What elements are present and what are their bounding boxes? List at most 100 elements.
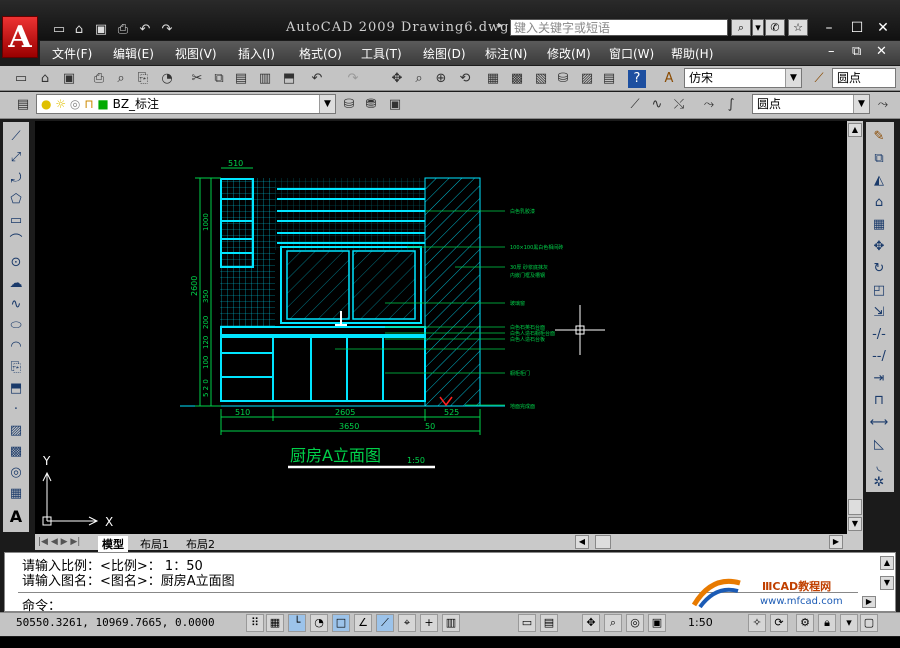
search-icon[interactable]: ⌕ — [731, 19, 751, 36]
doc-minimize-button[interactable]: – — [828, 44, 835, 59]
revision-cloud-icon[interactable]: ☁ — [6, 275, 26, 293]
object-snap-tracking-icon[interactable]: ∠ — [354, 614, 372, 632]
menu-insert[interactable]: 插入(I) — [238, 45, 275, 62]
line-icon[interactable]: ⟋ — [6, 128, 26, 146]
menu-draw[interactable]: 绘图(D) — [423, 45, 466, 62]
3d-dwf-icon[interactable]: ◔ — [158, 70, 176, 88]
open-icon[interactable]: ⌂ — [36, 70, 54, 88]
dynamic-input-icon[interactable]: ⌖ — [398, 614, 416, 632]
ellipse-icon[interactable]: ⬭ — [6, 317, 26, 335]
layer-select[interactable]: ● ☼ ◎ ⊓ ■ BZ_标注 ▼ — [36, 94, 336, 114]
polygon-icon[interactable]: ⬠ — [6, 191, 26, 209]
dim-style-icon[interactable]: ⟋ — [810, 70, 828, 88]
linetype-select[interactable]: 圆点 ▼ — [752, 94, 870, 114]
multiline-text-icon[interactable]: A — [6, 508, 26, 526]
move-icon[interactable]: ✥ — [869, 238, 889, 256]
vertical-scrollbar[interactable]: ▲ ▼ — [847, 121, 863, 534]
new-file-icon[interactable]: ▭ — [50, 22, 68, 38]
light-bulb-icon[interactable]: ● — [41, 97, 51, 111]
favorites-star-icon[interactable]: ☆ — [788, 19, 808, 36]
doc-close-button[interactable]: ✕ — [876, 44, 887, 59]
offset-icon[interactable]: ⌂ — [869, 194, 889, 212]
make-block-icon[interactable]: ⬒ — [6, 380, 26, 398]
point-style-select[interactable]: 圆点 — [832, 68, 896, 88]
arc-icon[interactable]: ⌒ — [6, 233, 26, 251]
save-icon[interactable]: ▣ — [92, 22, 110, 38]
annotation-scale[interactable]: 1:50 — [688, 616, 713, 629]
chamfer-icon[interactable]: ◺ — [869, 436, 889, 454]
scroll-left-icon[interactable]: ◀ — [575, 535, 589, 549]
make-current-layer-icon[interactable]: ⛁ — [340, 96, 358, 114]
maximize-window-button[interactable]: ☐ — [846, 19, 868, 37]
zoom-window-icon[interactable]: ⊕ — [432, 70, 450, 88]
table-icon[interactable]: ▦ — [6, 485, 26, 503]
scroll-right-icon[interactable]: ▶ — [829, 535, 843, 549]
lock-icon[interactable]: ⊓ — [84, 97, 93, 111]
chevron-down-icon[interactable]: ▼ — [319, 95, 335, 113]
scroll-thumb[interactable] — [848, 499, 862, 515]
construction-line-icon[interactable]: ⤢ — [6, 149, 26, 167]
pan-status-icon[interactable]: ✥ — [582, 614, 600, 632]
cut-icon[interactable]: ✂ — [188, 70, 206, 88]
help-icon[interactable]: ? — [628, 70, 646, 88]
drawing-canvas[interactable]: 2600 1000 350 200 120 100 5 2 0 510 510 … — [35, 121, 847, 534]
redo-icon[interactable]: ↷ — [344, 70, 362, 88]
paste-icon[interactable]: ▤ — [232, 70, 250, 88]
qnew-icon[interactable]: ▭ — [12, 70, 30, 88]
text-style-icon[interactable]: A — [660, 70, 678, 88]
open-folder-icon[interactable]: ⌂ — [70, 22, 88, 38]
undo-icon[interactable]: ↶ — [308, 70, 326, 88]
steering-wheel-icon[interactable]: ◎ — [626, 614, 644, 632]
block-attribute-icon[interactable]: ∫ — [722, 96, 740, 114]
freeze-icon[interactable]: ◎ — [70, 97, 80, 111]
copy-icon[interactable]: ⧉ — [210, 70, 228, 88]
lineweight-icon[interactable]: + — [420, 614, 438, 632]
cmd-scroll-down-icon[interactable]: ▼ — [880, 576, 894, 590]
spline-icon[interactable]: ∿ — [6, 296, 26, 314]
tab-nav-arrows-icon[interactable]: |◀ ◀ ▶ ▶| — [38, 537, 80, 547]
ellipse-arc-icon[interactable]: ◠ — [6, 338, 26, 356]
stretch-icon[interactable]: ⇲ — [869, 304, 889, 322]
attribute-edit-icon[interactable]: ⤳ — [700, 96, 718, 114]
calculator-icon[interactable]: ▤ — [600, 70, 618, 88]
chevron-down-icon[interactable]: ▼ — [853, 95, 869, 113]
scroll-down-icon[interactable]: ▼ — [848, 517, 862, 531]
erase-icon[interactable]: ✎ — [869, 128, 889, 146]
zoom-status-icon[interactable]: ⌕ — [604, 614, 622, 632]
save-icon[interactable]: ▣ — [60, 70, 78, 88]
array-icon[interactable]: ▦ — [869, 216, 889, 234]
point-icon[interactable]: · — [6, 401, 26, 419]
tab-model[interactable]: 模型 — [98, 536, 128, 552]
menu-file[interactable]: 文件(F) — [52, 45, 92, 62]
polar-tracking-icon[interactable]: ◔ — [310, 614, 328, 632]
grid-display-icon[interactable]: ▦ — [266, 614, 284, 632]
cmd-scroll-up-icon[interactable]: ▲ — [880, 556, 894, 570]
rectangle-icon[interactable]: ▭ — [6, 212, 26, 230]
tab-layout1[interactable]: 布局1 — [140, 536, 169, 552]
polyline-edit-icon[interactable]: ⟋ — [626, 96, 644, 114]
break-at-point-icon[interactable]: ⇥ — [869, 370, 889, 388]
join-icon[interactable]: ⟷ — [869, 414, 889, 432]
sheet-set-icon[interactable]: ⛁ — [554, 70, 572, 88]
cmd-scroll-right-icon[interactable]: ▶ — [862, 596, 876, 608]
menu-help[interactable]: 帮助(H) — [671, 45, 713, 62]
trim-icon[interactable]: -/- — [869, 326, 889, 344]
sun-icon[interactable]: ☼ — [55, 97, 66, 111]
tool-palettes-icon[interactable]: ▧ — [532, 70, 550, 88]
layout-icon[interactable]: ▤ — [540, 614, 558, 632]
model-space-icon[interactable]: ▭ — [518, 614, 536, 632]
application-menu-button[interactable]: A — [2, 16, 38, 58]
layer-manager-icon[interactable]: ▤ — [14, 96, 32, 114]
zoom-previous-icon[interactable]: ⟲ — [456, 70, 474, 88]
undo-icon[interactable]: ↶ — [136, 22, 154, 38]
menu-window[interactable]: 窗口(W) — [609, 45, 654, 62]
properties-icon[interactable]: ▦ — [484, 70, 502, 88]
menu-format[interactable]: 格式(O) — [299, 45, 342, 62]
search-dropdown-icon[interactable]: ▾ — [752, 19, 764, 36]
block-editor-icon[interactable]: ⬒ — [280, 70, 298, 88]
menu-edit[interactable]: 编辑(E) — [113, 45, 154, 62]
help-search-input[interactable]: 键入关键字或短语 — [510, 19, 728, 36]
circle-icon[interactable]: ⊙ — [6, 254, 26, 272]
copy-object-icon[interactable]: ⧉ — [869, 150, 889, 168]
markup-icon[interactable]: ▨ — [578, 70, 596, 88]
